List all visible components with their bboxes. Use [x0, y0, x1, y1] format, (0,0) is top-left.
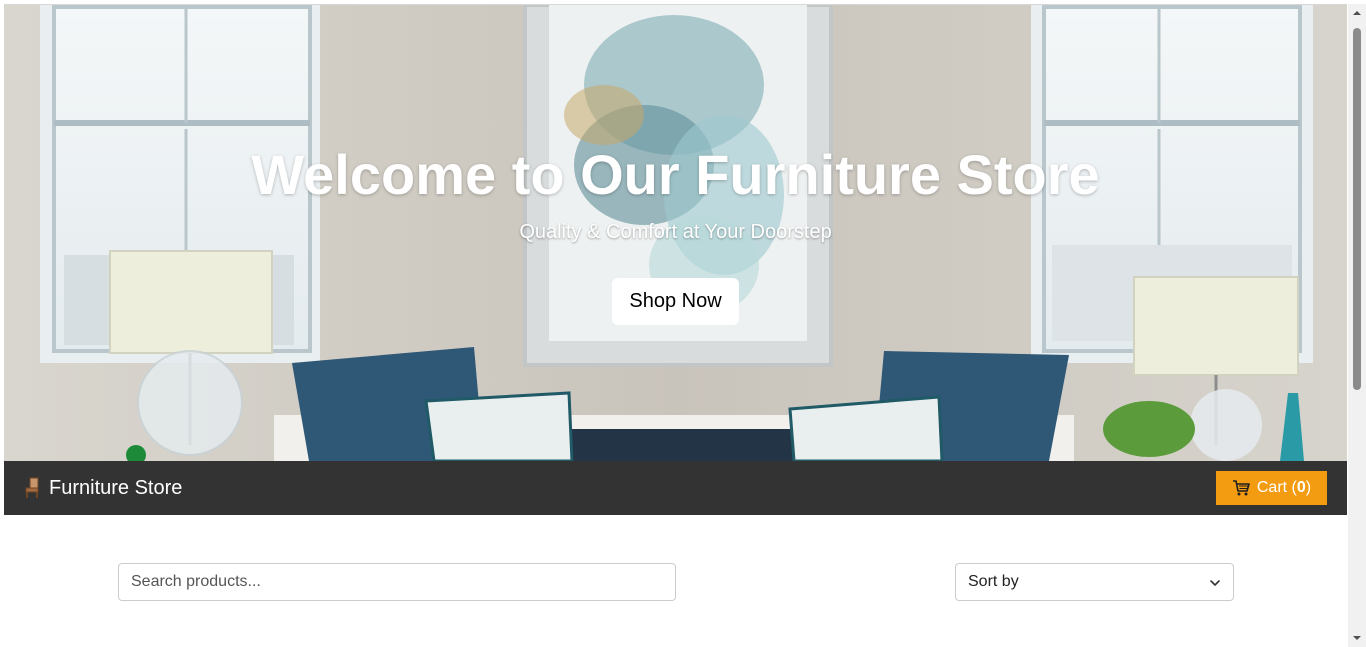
- brand-name: Furniture Store: [49, 477, 183, 499]
- scrollbar-thumb[interactable]: [1353, 28, 1361, 390]
- chevron-down-icon: [1210, 580, 1220, 586]
- search-input[interactable]: [118, 563, 676, 601]
- shop-now-button[interactable]: Shop Now: [612, 278, 739, 325]
- cart-button[interactable]: Cart (0): [1216, 471, 1327, 505]
- brand[interactable]: Furniture Store: [24, 476, 182, 500]
- sort-select-value: Sort by: [968, 573, 1019, 590]
- shopping-cart-icon: [1232, 480, 1250, 496]
- chair-icon: [25, 477, 39, 498]
- hero-title: Welcome to Our Furniture Store: [251, 143, 1100, 206]
- scroll-up-arrow-icon[interactable]: [1352, 8, 1362, 18]
- scroll-down-arrow-icon[interactable]: [1352, 633, 1362, 643]
- page-scrollbar[interactable]: [1348, 4, 1366, 647]
- hero-banner: Welcome to Our Furniture Store Quality &…: [4, 5, 1347, 461]
- cart-label-suffix: ): [1305, 479, 1312, 496]
- sort-select[interactable]: Sort by: [955, 563, 1234, 601]
- navbar: Furniture Store Cart (0): [4, 461, 1347, 515]
- page: Welcome to Our Furniture Store Quality &…: [4, 4, 1347, 647]
- cart-count: 0: [1296, 479, 1306, 496]
- hero-subtitle: Quality & Comfort at Your Doorstep: [519, 221, 832, 243]
- cart-label: Cart (: [1256, 479, 1297, 496]
